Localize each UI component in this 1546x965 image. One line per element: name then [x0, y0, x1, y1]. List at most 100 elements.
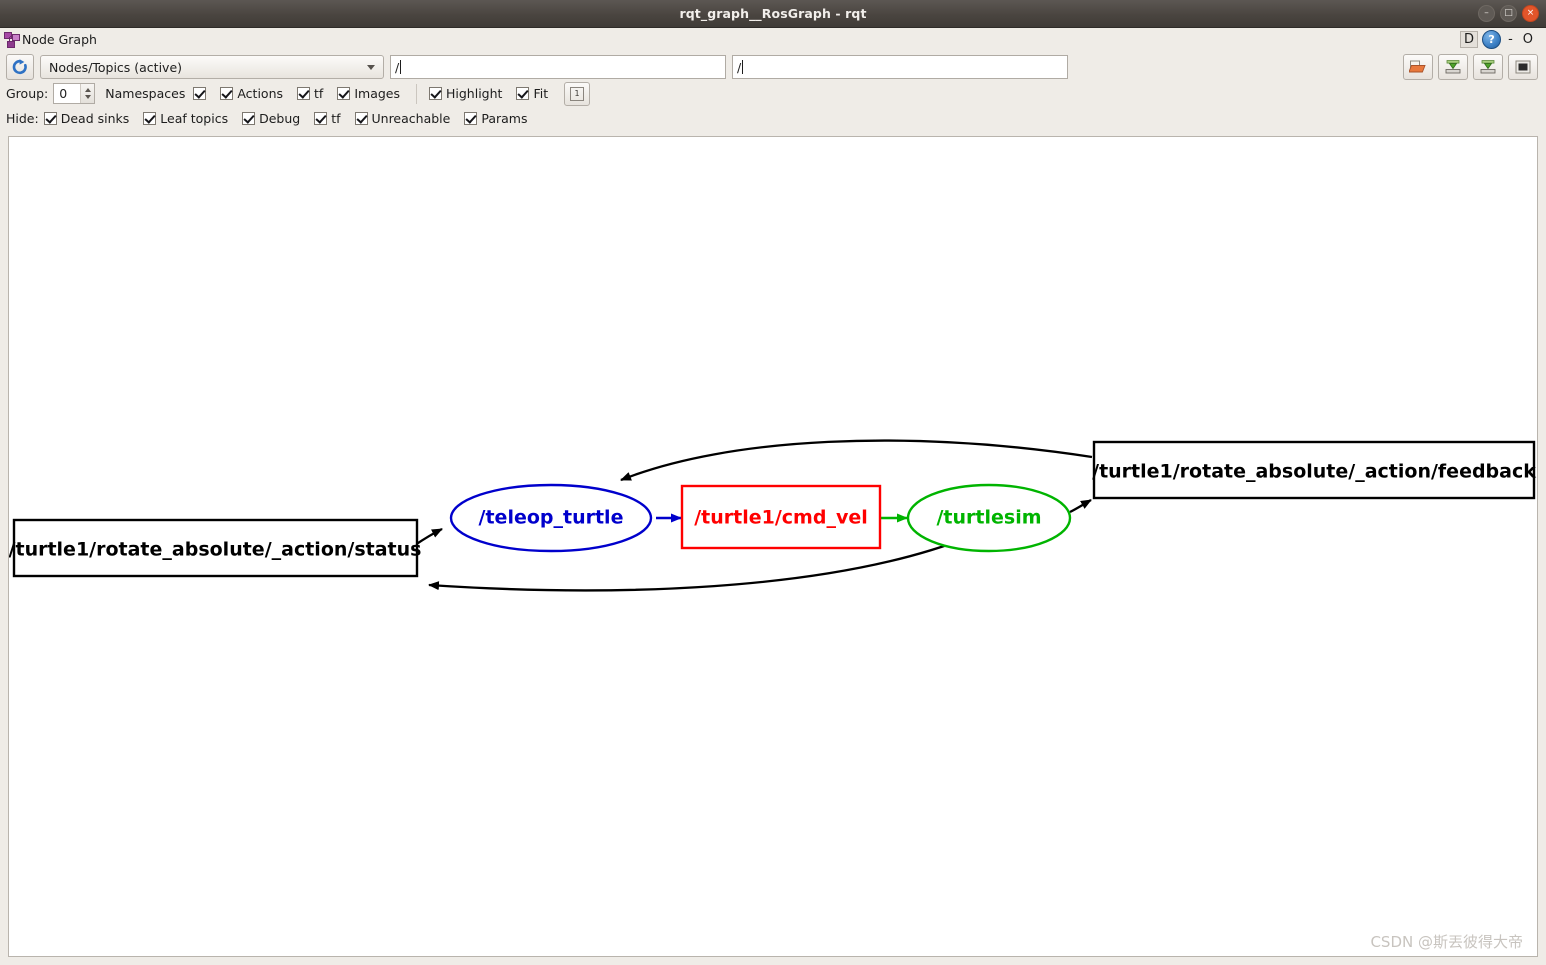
toolbar-row-main: Nodes/Topics (active) / / [6, 53, 1540, 81]
folder-open-icon [1409, 60, 1426, 73]
plugin-title-wrap: Node Graph [4, 32, 97, 48]
checkbox-leaf-topics[interactable]: Leaf topics [143, 111, 228, 126]
group-label: Group: [6, 86, 49, 101]
checkbox-actions-label: Actions [237, 86, 284, 101]
window-controls: – □ × [1478, 0, 1539, 27]
window-title: rqt_graph__RosGraph - rqt [679, 6, 867, 21]
checkbox-namespaces-label: Namespaces [105, 86, 186, 101]
stepper-up-icon [84, 88, 91, 92]
text-caret [742, 60, 744, 74]
group-value: 0 [59, 86, 68, 101]
toolbar-row-hide: Hide: Dead sinks Leaf topics Debug tf Un… [6, 106, 1540, 131]
node-graph-icon [4, 32, 20, 48]
close-button[interactable]: × [1522, 5, 1539, 22]
checkbox-tf[interactable]: tf [297, 86, 323, 101]
filter-input[interactable]: / [390, 55, 726, 79]
group-stepper[interactable]: 0 [53, 83, 96, 104]
graph-canvas[interactable]: /turtle1/rotate_absolute/_action/status … [8, 136, 1538, 957]
zoom-reset-button[interactable]: 1 [564, 81, 591, 106]
graph-node-feedback[interactable]: /turtle1/rotate_absolute/_action/feedbac… [1092, 440, 1536, 500]
checkbox-leaf-topics-label: Leaf topics [160, 111, 229, 126]
dock-icon[interactable]: D [1460, 31, 1479, 48]
checkbox-indicator[interactable] [242, 112, 256, 125]
refresh-icon [12, 59, 27, 75]
graph-node-turtlesim-label: /turtlesim [936, 507, 1041, 529]
checkbox-namespaces[interactable]: Namespaces [105, 86, 207, 101]
checkbox-highlight[interactable]: Highlight [429, 86, 502, 101]
refresh-button[interactable] [6, 54, 34, 80]
checkbox-indicator[interactable] [429, 87, 442, 100]
edge-turtlesim-feedback [1069, 499, 1092, 514]
checkbox-debug[interactable]: Debug [242, 111, 300, 126]
toolbar-row-options: Group: 0 Namespaces Actions tf Images Hi… [6, 81, 1540, 106]
checkbox-params-label: Params [481, 111, 528, 126]
graph-node-feedback-label: /turtle1/rotate_absolute/_action/feedbac… [1092, 461, 1536, 483]
checkbox-actions[interactable]: Actions [220, 86, 283, 101]
plugin-close-icon[interactable]: O [1520, 32, 1536, 47]
save-dot-icon [1445, 60, 1461, 74]
checkbox-tf-label: tf [314, 86, 324, 101]
topic-filter-input-value: / [737, 59, 742, 75]
window-titlebar: rqt_graph__RosGraph - rqt – □ × [0, 0, 1546, 28]
checkbox-unreachable[interactable]: Unreachable [354, 111, 451, 126]
zoom-reset-label: 1 [570, 86, 585, 101]
hide-label: Hide: [6, 111, 39, 126]
checkbox-params[interactable]: Params [464, 111, 527, 126]
checkbox-indicator[interactable] [314, 112, 328, 125]
filter-input-value: / [395, 59, 400, 75]
checkbox-indicator[interactable] [516, 87, 530, 100]
checkbox-indicator[interactable] [193, 87, 207, 100]
checkbox-indicator[interactable] [143, 112, 157, 125]
toolbar-separator [416, 83, 417, 104]
checkbox-indicator[interactable] [337, 87, 351, 100]
maximize-button[interactable]: □ [1500, 5, 1517, 22]
checkbox-indicator[interactable] [464, 112, 478, 125]
checkbox-fit-label: Fit [533, 86, 549, 101]
help-icon[interactable]: ? [1482, 30, 1502, 49]
checkbox-indicator[interactable] [43, 112, 57, 125]
toolbar: Nodes/Topics (active) / / Group: 0 Names… [0, 51, 1546, 131]
plugin-title: Node Graph [22, 32, 97, 47]
minimize-button[interactable]: – [1478, 5, 1495, 22]
checkbox-hide-tf[interactable]: tf [314, 111, 341, 126]
save-image-button[interactable] [1473, 54, 1503, 80]
screenshot-button[interactable] [1508, 54, 1538, 80]
csdn-watermark: CSDN @斯丟彼得大帝 [1370, 933, 1523, 951]
float-icon[interactable]: - [1505, 32, 1516, 47]
toolbar-action-buttons [1403, 54, 1540, 80]
plugin-header: Node Graph D ? - O [0, 28, 1546, 51]
group-stepper-buttons[interactable] [80, 84, 95, 103]
graph-node-cmd-vel[interactable]: /turtle1/cmd_vel [680, 484, 882, 550]
checkbox-images-label: Images [354, 86, 400, 101]
checkbox-indicator[interactable] [297, 87, 311, 100]
graph-node-cmd-vel-label: /turtle1/cmd_vel [694, 507, 868, 529]
checkbox-images[interactable]: Images [337, 86, 400, 101]
ros-graph: /turtle1/rotate_absolute/_action/status … [9, 439, 1536, 592]
graph-node-status[interactable]: /turtle1/rotate_absolute/_action/status [9, 518, 421, 578]
save-dot-button[interactable] [1438, 54, 1468, 80]
graph-node-teleop-turtle[interactable]: /teleop_turtle [449, 483, 653, 553]
plugin-header-controls: D ? - O [1460, 30, 1540, 49]
checkbox-indicator[interactable] [354, 112, 368, 125]
checkbox-indicator[interactable] [220, 87, 234, 100]
checkbox-hide-tf-label: tf [331, 111, 341, 126]
graph-node-teleop-turtle-label: /teleop_turtle [479, 507, 624, 529]
graph-type-select[interactable]: Nodes/Topics (active) [40, 55, 384, 79]
graph-type-value: Nodes/Topics (active) [49, 59, 183, 75]
graph-node-turtlesim[interactable]: /turtlesim [906, 483, 1072, 553]
stepper-down-icon [84, 95, 91, 99]
checkbox-dead-sinks[interactable]: Dead sinks [43, 111, 130, 126]
checkbox-debug-label: Debug [259, 111, 301, 126]
screenshot-icon [1515, 60, 1531, 74]
rqt-window: rqt_graph__RosGraph - rqt – □ × Node Gra… [0, 0, 1546, 965]
checkbox-unreachable-label: Unreachable [371, 111, 451, 126]
checkbox-dead-sinks-label: Dead sinks [60, 111, 130, 126]
chevron-down-icon [367, 64, 375, 70]
topic-filter-input[interactable]: / [732, 55, 1068, 79]
checkbox-highlight-label: Highlight [446, 86, 503, 101]
graph-node-status-label: /turtle1/rotate_absolute/_action/status [9, 539, 421, 561]
text-caret [400, 60, 402, 74]
checkbox-fit[interactable]: Fit [516, 86, 548, 101]
edge-feedback-teleop [620, 439, 1093, 482]
load-dot-button[interactable] [1403, 54, 1433, 80]
